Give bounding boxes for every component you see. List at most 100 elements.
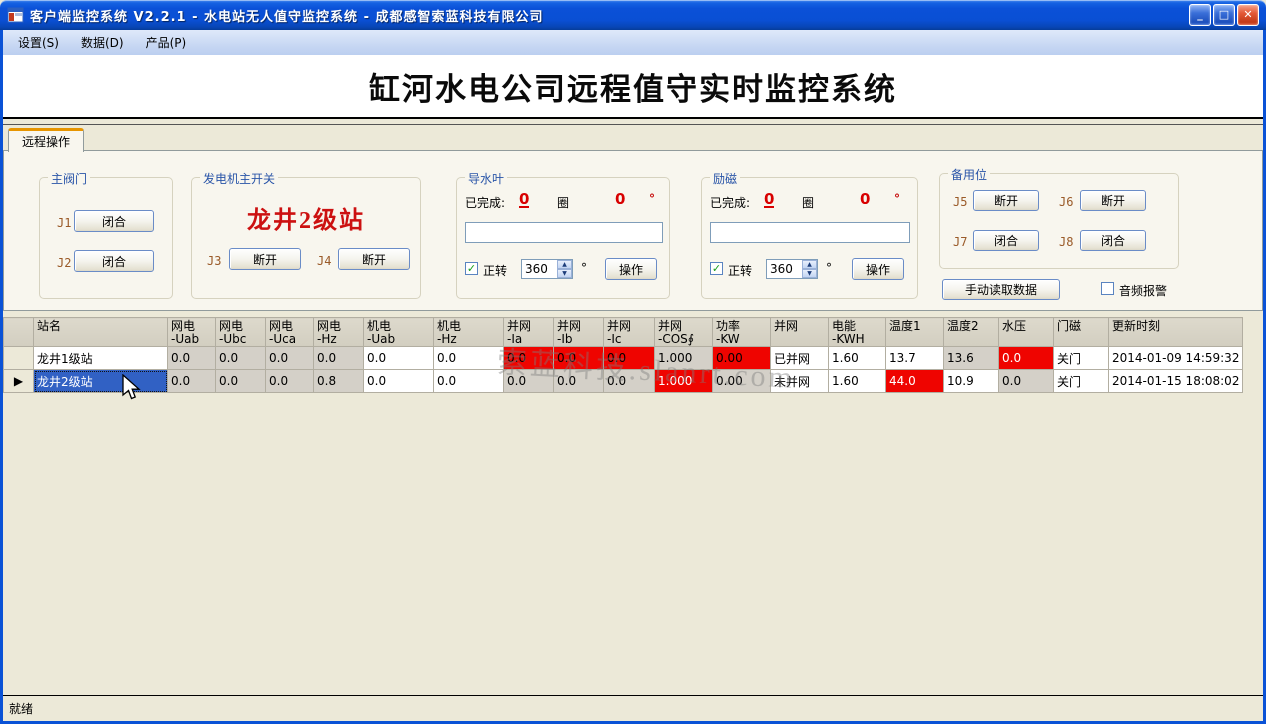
data-cell[interactable]: 0.0 [266,347,314,370]
j8-label: J8 [1059,235,1073,249]
header-cell[interactable]: 门磁 [1054,318,1109,347]
spinner-down-icon[interactable]: ▼ [557,269,572,278]
excitation-command-input[interactable] [710,222,910,243]
audio-alarm-checkbox[interactable] [1101,282,1114,295]
minimize-button[interactable]: _ [1189,4,1211,26]
guide-vane-degree-spinner[interactable]: 360 ▲▼ [521,259,573,279]
data-cell[interactable]: 2014-01-15 18:08:02 [1109,370,1243,393]
data-cell[interactable]: 0.0 [434,370,504,393]
row-header-corner[interactable] [4,318,34,347]
header-cell[interactable]: 网电-Hz [314,318,364,347]
window-title: 客户端监控系统 V2.2.1 - 水电站无人值守监控系统 - 成都感智索蓝科技有… [30,6,1189,25]
row-header-cell[interactable] [4,347,34,370]
data-cell[interactable]: 0.8 [314,370,364,393]
j3-button[interactable]: 断开 [229,248,301,270]
station-cell[interactable]: 龙井2级站 [34,370,168,393]
data-cell[interactable]: 关门 [1054,347,1109,370]
header-cell[interactable]: 温度1 [886,318,944,347]
data-cell[interactable]: 44.0 [886,370,944,393]
header-cell[interactable]: 网电-Uab [168,318,216,347]
data-cell[interactable]: 0.0 [216,347,266,370]
data-cell[interactable]: 0.0 [504,347,554,370]
j6-button[interactable]: 断开 [1080,190,1146,211]
header-cell[interactable]: 更新时刻 [1109,318,1243,347]
guide-vane-forward-checkbox[interactable]: ✓ [465,262,478,275]
data-cell[interactable]: 0.00 [713,347,771,370]
j8-button[interactable]: 闭合 [1080,230,1146,251]
data-cell[interactable]: 关门 [1054,370,1109,393]
menu-item[interactable]: 数据(D) [70,30,135,55]
station-table: 站名网电-Uab网电-Ubc网电-Uca网电-Hz机电-Uab机电-Hz并网-I… [3,317,1243,393]
data-cell[interactable]: 0.0 [999,347,1054,370]
data-cell[interactable]: 0.0 [168,347,216,370]
data-cell[interactable]: 13.6 [944,347,999,370]
data-cell[interactable]: 13.7 [886,347,944,370]
page-title: 缸河水电公司远程值守实时监控系统 [369,64,897,109]
close-button[interactable]: ✕ [1237,4,1259,26]
data-cell[interactable]: 0.0 [168,370,216,393]
data-cell[interactable]: 0.0 [314,347,364,370]
spinner-value: 360 [770,262,793,276]
forward-label: 正转 [728,262,752,279]
header-cell[interactable]: 并网 [771,318,829,347]
data-cell[interactable]: 0.0 [604,370,655,393]
spinner-up-icon[interactable]: ▲ [557,260,572,269]
tab-remote-operation[interactable]: 远程操作 [8,128,84,152]
data-cell[interactable]: 1.000 [655,347,713,370]
data-cell[interactable]: 未并网 [771,370,829,393]
j1-button[interactable]: 闭合 [74,210,154,232]
header-cell[interactable]: 功率-KW [713,318,771,347]
header-cell[interactable]: 水压 [999,318,1054,347]
data-cell[interactable]: 2014-01-09 14:59:32 [1109,347,1243,370]
station-cell[interactable]: 龙井1级站 [34,347,168,370]
excitation-operate-button[interactable]: 操作 [852,258,904,280]
data-cell[interactable]: 0.0 [364,347,434,370]
j5-button[interactable]: 断开 [973,190,1039,211]
header-cell[interactable]: 温度2 [944,318,999,347]
row-header-cell[interactable]: ▶ [4,370,34,393]
header-cell[interactable]: 并网-COS∮ [655,318,713,347]
data-cell[interactable]: 0.0 [266,370,314,393]
groupbox-spare-title: 备用位 [948,166,990,183]
data-cell[interactable]: 10.9 [944,370,999,393]
spinner-up-icon[interactable]: ▲ [802,260,817,269]
data-cell[interactable]: 1.60 [829,370,886,393]
data-cell[interactable]: 0.00 [713,370,771,393]
data-cell[interactable]: 0.0 [504,370,554,393]
j4-button[interactable]: 断开 [338,248,410,270]
header-cell[interactable]: 并网-Ic [604,318,655,347]
j7-button[interactable]: 闭合 [973,230,1039,251]
completed-degrees-value: 0 [615,192,625,206]
data-cell[interactable]: 1.60 [829,347,886,370]
data-cell[interactable]: 1.000 [655,370,713,393]
spinner-down-icon[interactable]: ▼ [802,269,817,278]
header-cell[interactable]: 机电-Uab [364,318,434,347]
menu-item[interactable]: 产品(P) [135,30,198,55]
header-cell[interactable]: 站名 [34,318,168,347]
data-cell[interactable]: 已并网 [771,347,829,370]
station-name-label: 龙井2级站 [192,200,420,235]
header-cell[interactable]: 网电-Ubc [216,318,266,347]
excitation-degree-spinner[interactable]: 360 ▲▼ [766,259,818,279]
degrees-unit-label: ° [894,192,900,206]
guide-vane-operate-button[interactable]: 操作 [605,258,657,280]
data-cell[interactable]: 0.0 [604,347,655,370]
banner-separator [3,124,1263,125]
data-cell[interactable]: 0.0 [554,347,604,370]
menu-item[interactable]: 设置(S) [7,30,70,55]
excitation-forward-checkbox[interactable]: ✓ [710,262,723,275]
data-cell[interactable]: 0.0 [434,347,504,370]
header-cell[interactable]: 电能-KWH [829,318,886,347]
guide-vane-command-input[interactable] [465,222,663,243]
data-cell[interactable]: 0.0 [364,370,434,393]
header-cell[interactable]: 机电-Hz [434,318,504,347]
manual-read-button[interactable]: 手动读取数据 [942,279,1060,300]
maximize-button[interactable]: □ [1213,4,1235,26]
header-cell[interactable]: 网电-Uca [266,318,314,347]
data-cell[interactable]: 0.0 [554,370,604,393]
data-cell[interactable]: 0.0 [999,370,1054,393]
header-cell[interactable]: 并网-Ib [554,318,604,347]
header-cell[interactable]: 并网-Ia [504,318,554,347]
data-cell[interactable]: 0.0 [216,370,266,393]
j2-button[interactable]: 闭合 [74,250,154,272]
